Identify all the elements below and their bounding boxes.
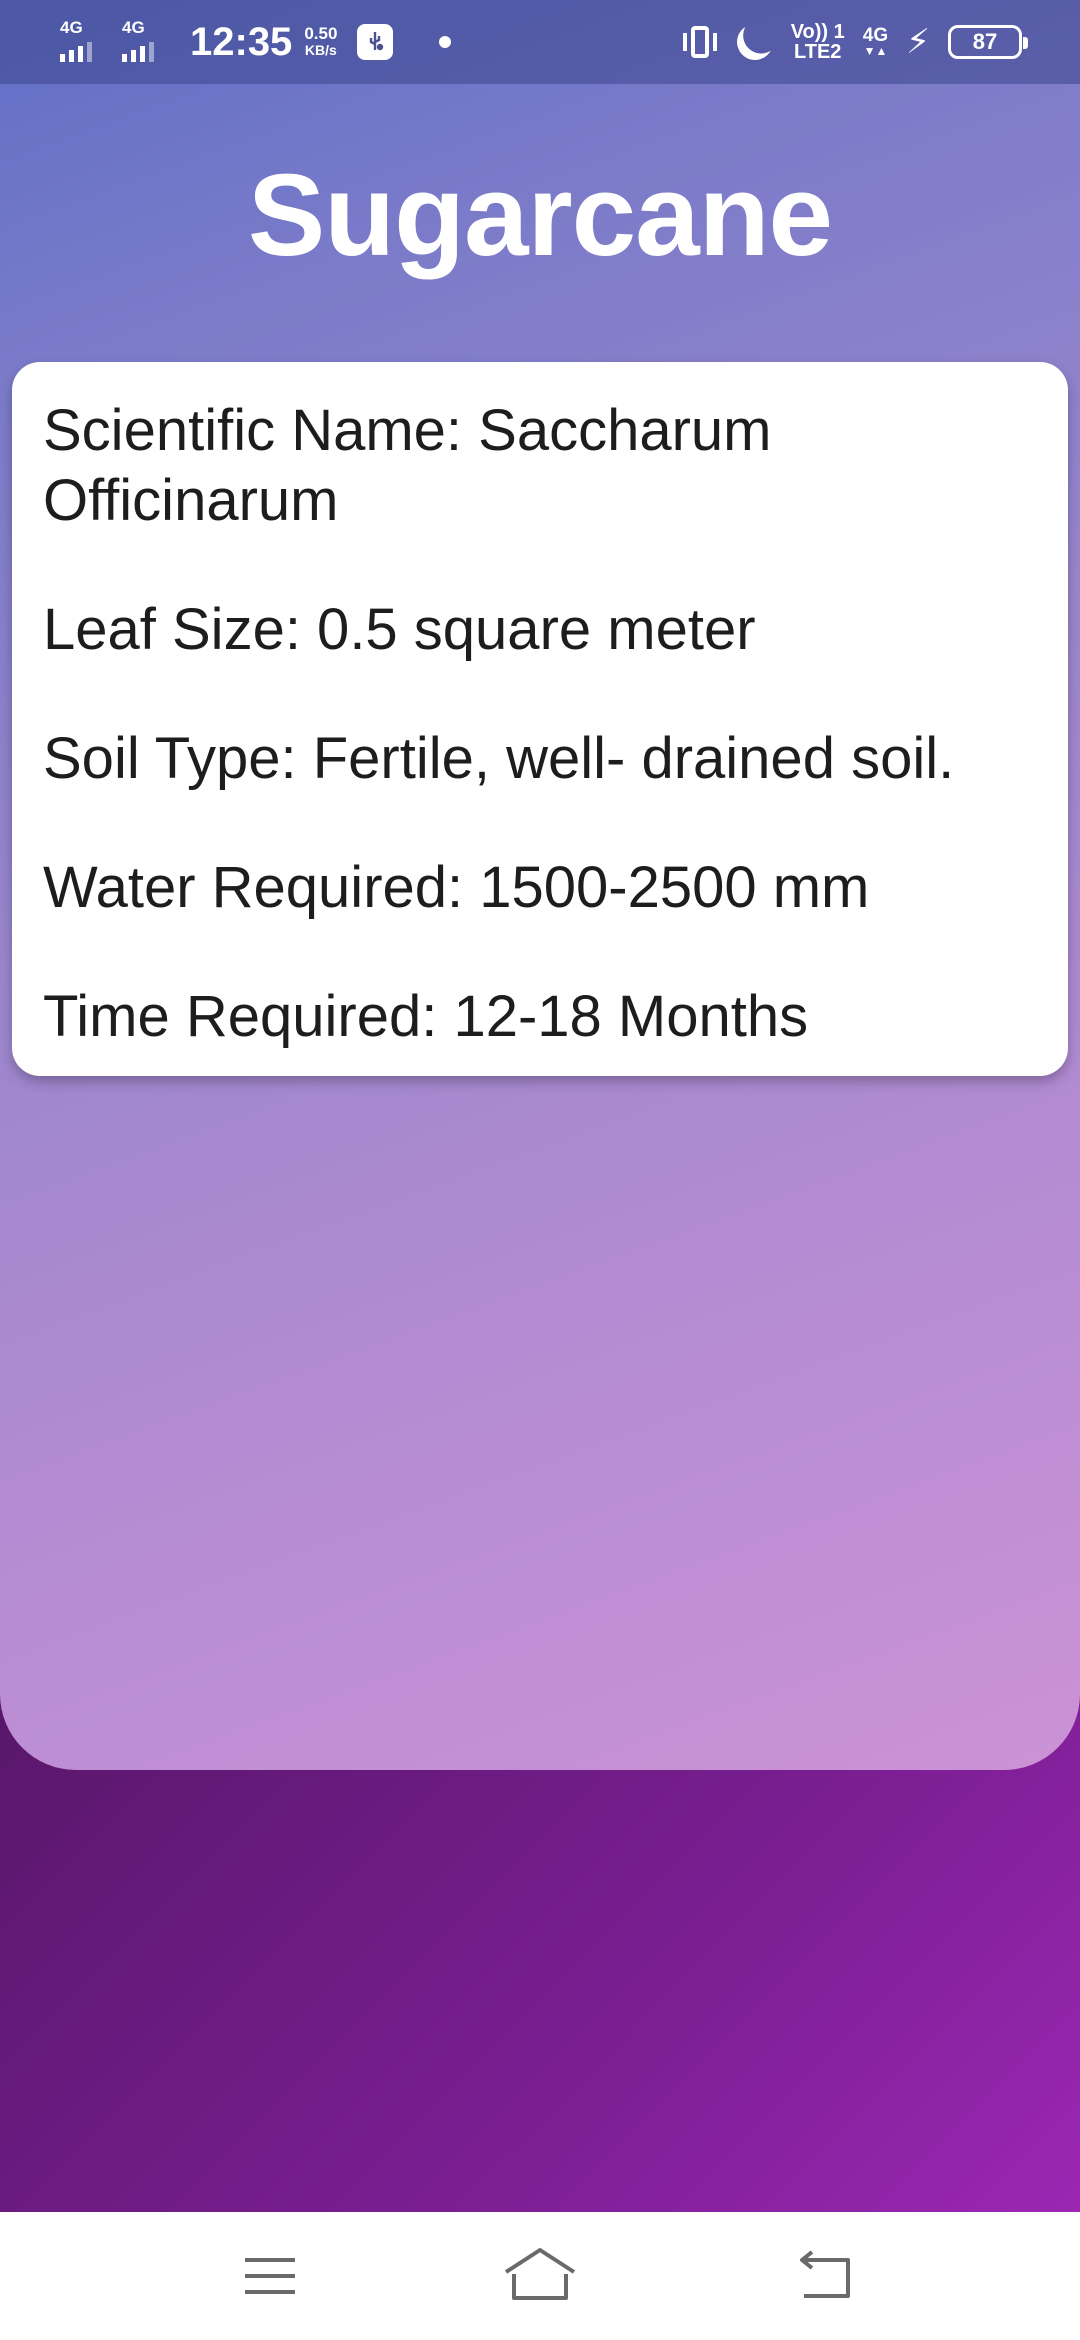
water-required-text: Water Required: 1500-2500 mm	[43, 855, 870, 920]
vibrate-icon	[681, 23, 719, 61]
home-icon[interactable]	[480, 2212, 600, 2340]
data-network-label: 4G	[862, 25, 889, 46]
menu-icon[interactable]	[211, 2212, 331, 2340]
page-title: Sugarcane	[247, 150, 833, 280]
battery-level: 87	[972, 29, 998, 54]
network-speed: 0.50 KB/s	[304, 25, 337, 59]
usb-debug-icon	[357, 24, 394, 60]
navigation-bar	[0, 2212, 1080, 2340]
sim2-network-label: 4G	[122, 18, 145, 37]
charging-icon: ⚡	[906, 23, 930, 61]
soil-type-text: Soil Type: Fertile, well- drained soil.	[43, 726, 955, 791]
do-not-disturb-icon	[732, 19, 778, 65]
status-bar-right: Vo)) 1 LTE2 4G ▼▲ ⚡ 87	[681, 14, 1028, 70]
battery-icon: 87	[948, 25, 1028, 59]
volte-label: Vo)) 1	[790, 21, 845, 43]
network-speed-value: 0.50	[304, 24, 338, 43]
volte-indicator: Vo)) 1 LTE2	[791, 22, 845, 62]
sim1-network-label: 4G	[60, 18, 83, 37]
notification-dot-icon	[439, 36, 452, 48]
scientific-name-text: Scientific Name: Saccharum Officinarum	[43, 398, 772, 533]
signal-icon: 4G	[58, 14, 114, 70]
status-bar: 4G 4G 12:35 0.50 KB/s Vo)) 1 LTE2 4G ▼▲ …	[0, 0, 1080, 84]
header-gradient-panel: 4G 4G 12:35 0.50 KB/s Vo)) 1 LTE2 4G ▼▲ …	[0, 0, 1080, 1770]
leaf-size-text: Leaf Size: 0.5 square meter	[43, 597, 756, 662]
lte-label: LTE2	[794, 41, 842, 63]
data-network-indicator: 4G ▼▲	[862, 25, 889, 58]
data-activity-icon: ▼▲	[863, 44, 888, 58]
crop-info-card: Scientific Name: Saccharum Officinarum L…	[12, 362, 1068, 1076]
back-icon[interactable]	[764, 2212, 884, 2340]
status-time: 12:35	[190, 19, 293, 64]
network-speed-unit: KB/s	[304, 42, 337, 58]
signal-icon: 4G	[120, 14, 176, 70]
time-required-text: Time Required: 12-18 Months	[43, 984, 809, 1049]
status-bar-left: 4G 4G 12:35 0.50 KB/s	[58, 14, 452, 70]
